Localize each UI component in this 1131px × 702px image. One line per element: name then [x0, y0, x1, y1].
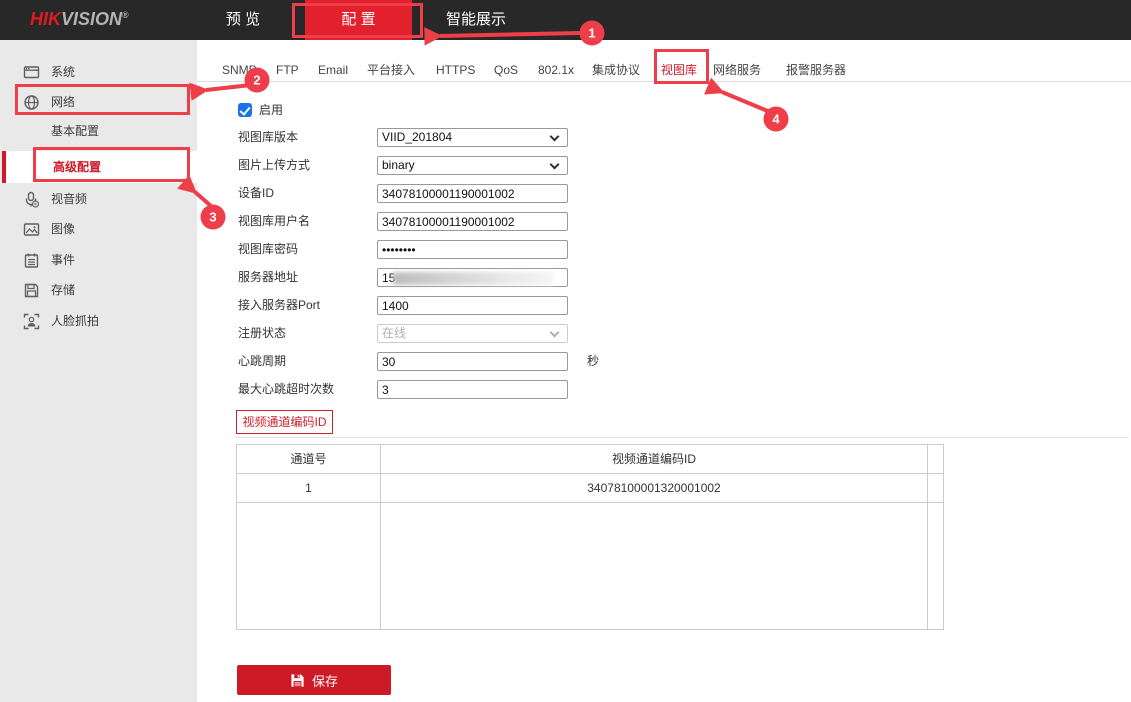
table-header-row: 通道号 视频通道编码ID — [237, 445, 943, 474]
nav-tab-preview[interactable]: 预 览 — [197, 0, 289, 40]
sidebar-item-label: 网络 — [51, 87, 75, 117]
row-spacer-cell — [927, 474, 943, 502]
svg-text:3: 3 — [209, 210, 216, 225]
field-label-max-heartbeat-timeout: 最大心跳超时次数 — [238, 380, 334, 399]
section-separator — [236, 437, 1129, 438]
enable-label: 启用 — [259, 103, 283, 118]
field-label-viid-password: 视图库密码 — [238, 240, 298, 259]
annotation-arrow-3 — [195, 192, 211, 206]
header-video-channel-id: 视频通道编码ID — [381, 445, 927, 473]
tabbar-underline — [197, 81, 1131, 82]
logo-hik: HIK — [30, 9, 61, 29]
viid-username-input[interactable] — [377, 212, 568, 231]
tab-integration-protocol[interactable]: 集成协议 — [592, 60, 640, 80]
cell-channel-no: 1 — [237, 474, 381, 502]
sidebar-item-event[interactable]: 事件 — [0, 245, 197, 275]
sidebar-item-label: 系统 — [51, 57, 75, 87]
event-icon — [23, 252, 40, 269]
field-label-heartbeat-interval: 心跳周期 — [238, 352, 286, 371]
audio-video-icon — [23, 191, 40, 208]
annotation-step-3: 3 — [201, 205, 226, 230]
viid-password-input[interactable] — [377, 240, 568, 259]
field-label-upload-mode: 图片上传方式 — [238, 156, 310, 175]
top-nav: HIKVISION® 预 览 配 置 智能展示 — [0, 0, 1131, 40]
annotation-arrow-4 — [722, 92, 770, 112]
tab-ftp[interactable]: FTP — [276, 60, 299, 80]
enable-checkbox[interactable] — [238, 103, 252, 117]
register-status-value: 在线 — [382, 326, 406, 340]
logo-registered-mark: ® — [122, 10, 129, 20]
table-row[interactable]: 1 34078100001320001002 — [237, 474, 943, 503]
svg-text:4: 4 — [772, 112, 780, 127]
tab-qos[interactable]: QoS — [494, 60, 518, 80]
sidebar-item-network[interactable]: 网络 — [0, 87, 197, 117]
max-heartbeat-timeout-input[interactable] — [377, 380, 568, 399]
field-label-viid-username: 视图库用户名 — [238, 212, 310, 231]
chevron-down-icon — [550, 328, 560, 338]
channel-table: 通道号 视频通道编码ID 1 34078100001320001002 — [236, 444, 944, 630]
hikvision-logo: HIKVISION® — [30, 9, 129, 30]
chevron-down-icon — [550, 132, 560, 142]
field-label-register-status: 注册状态 — [238, 324, 286, 343]
nav-tab-smart-display[interactable]: 智能展示 — [420, 0, 532, 40]
field-label-device-id: 设备ID — [238, 184, 274, 203]
logo-vision: VISION — [61, 9, 122, 29]
tab-alarm-server[interactable]: 报警服务器 — [786, 60, 846, 80]
tab-platform-access[interactable]: 平台接入 — [367, 60, 415, 80]
tab-video-image-library[interactable]: 视图库 — [661, 60, 697, 80]
tab-8021x[interactable]: 802.1x — [538, 60, 574, 80]
viid-version-select[interactable]: VIID_201804 — [377, 128, 568, 147]
sidebar-item-audio-video[interactable]: 视音频 — [0, 184, 197, 214]
nav-tab-configuration[interactable]: 配 置 — [305, 0, 412, 40]
network-icon — [23, 94, 40, 111]
sidebar-item-label: 存储 — [51, 275, 75, 305]
sidebar-item-image[interactable]: 图像 — [0, 214, 197, 244]
save-button[interactable]: 保存 — [237, 665, 391, 695]
table-empty-area — [237, 503, 943, 629]
sidebar-item-advanced-config[interactable]: 高级配置 — [2, 151, 197, 183]
video-channel-id-tab-button[interactable]: 视频通道编码ID — [236, 410, 333, 434]
annotation-arrow-2 — [206, 85, 251, 90]
server-port-input[interactable] — [377, 296, 568, 315]
field-label-server-address: 服务器地址 — [238, 268, 298, 287]
register-status-select: 在线 — [377, 324, 568, 343]
heartbeat-unit-label: 秒 — [587, 352, 599, 371]
tab-network-service[interactable]: 网络服务 — [713, 60, 761, 80]
chevron-down-icon — [550, 160, 560, 170]
save-button-label: 保存 — [312, 671, 338, 690]
sidebar-item-system[interactable]: 系统 — [0, 57, 197, 87]
tab-snmp[interactable]: SNMP — [222, 60, 257, 80]
sidebar-item-label: 高级配置 — [53, 151, 101, 183]
upload-mode-select[interactable]: binary — [377, 156, 568, 175]
upload-mode-value: binary — [382, 158, 415, 172]
field-label-server-port: 接入服务器Port — [238, 296, 320, 315]
face-capture-icon — [23, 313, 40, 330]
sidebar-item-label: 图像 — [51, 214, 75, 244]
storage-icon — [23, 282, 40, 299]
sidebar-item-label: 事件 — [51, 245, 75, 275]
save-icon — [290, 673, 305, 688]
sidebar: 系统 网络 基本配置 高级配置 视音频 图像 事件 存储 人脸抓拍 — [0, 40, 197, 702]
tab-email[interactable]: Email — [318, 60, 348, 80]
sidebar-item-basic-config[interactable]: 基本配置 — [0, 116, 197, 146]
viid-version-value: VIID_201804 — [382, 130, 452, 144]
system-icon — [23, 64, 40, 81]
sidebar-item-storage[interactable]: 存储 — [0, 275, 197, 305]
server-address-input[interactable] — [377, 268, 568, 287]
header-channel-no: 通道号 — [237, 445, 381, 473]
heartbeat-interval-input[interactable] — [377, 352, 568, 371]
device-id-input[interactable] — [377, 184, 568, 203]
annotation-step-4: 4 — [764, 107, 789, 132]
image-icon — [23, 221, 40, 238]
sidebar-item-face-capture[interactable]: 人脸抓拍 — [0, 306, 197, 336]
tab-https[interactable]: HTTPS — [436, 60, 475, 80]
sidebar-item-label: 基本配置 — [51, 116, 99, 146]
cell-video-channel-id: 34078100001320001002 — [381, 474, 927, 502]
field-label-viid-version: 视图库版本 — [238, 128, 298, 147]
header-spacer-cell — [927, 445, 943, 473]
sidebar-item-label: 人脸抓拍 — [51, 306, 99, 336]
sidebar-item-label: 视音频 — [51, 184, 87, 214]
